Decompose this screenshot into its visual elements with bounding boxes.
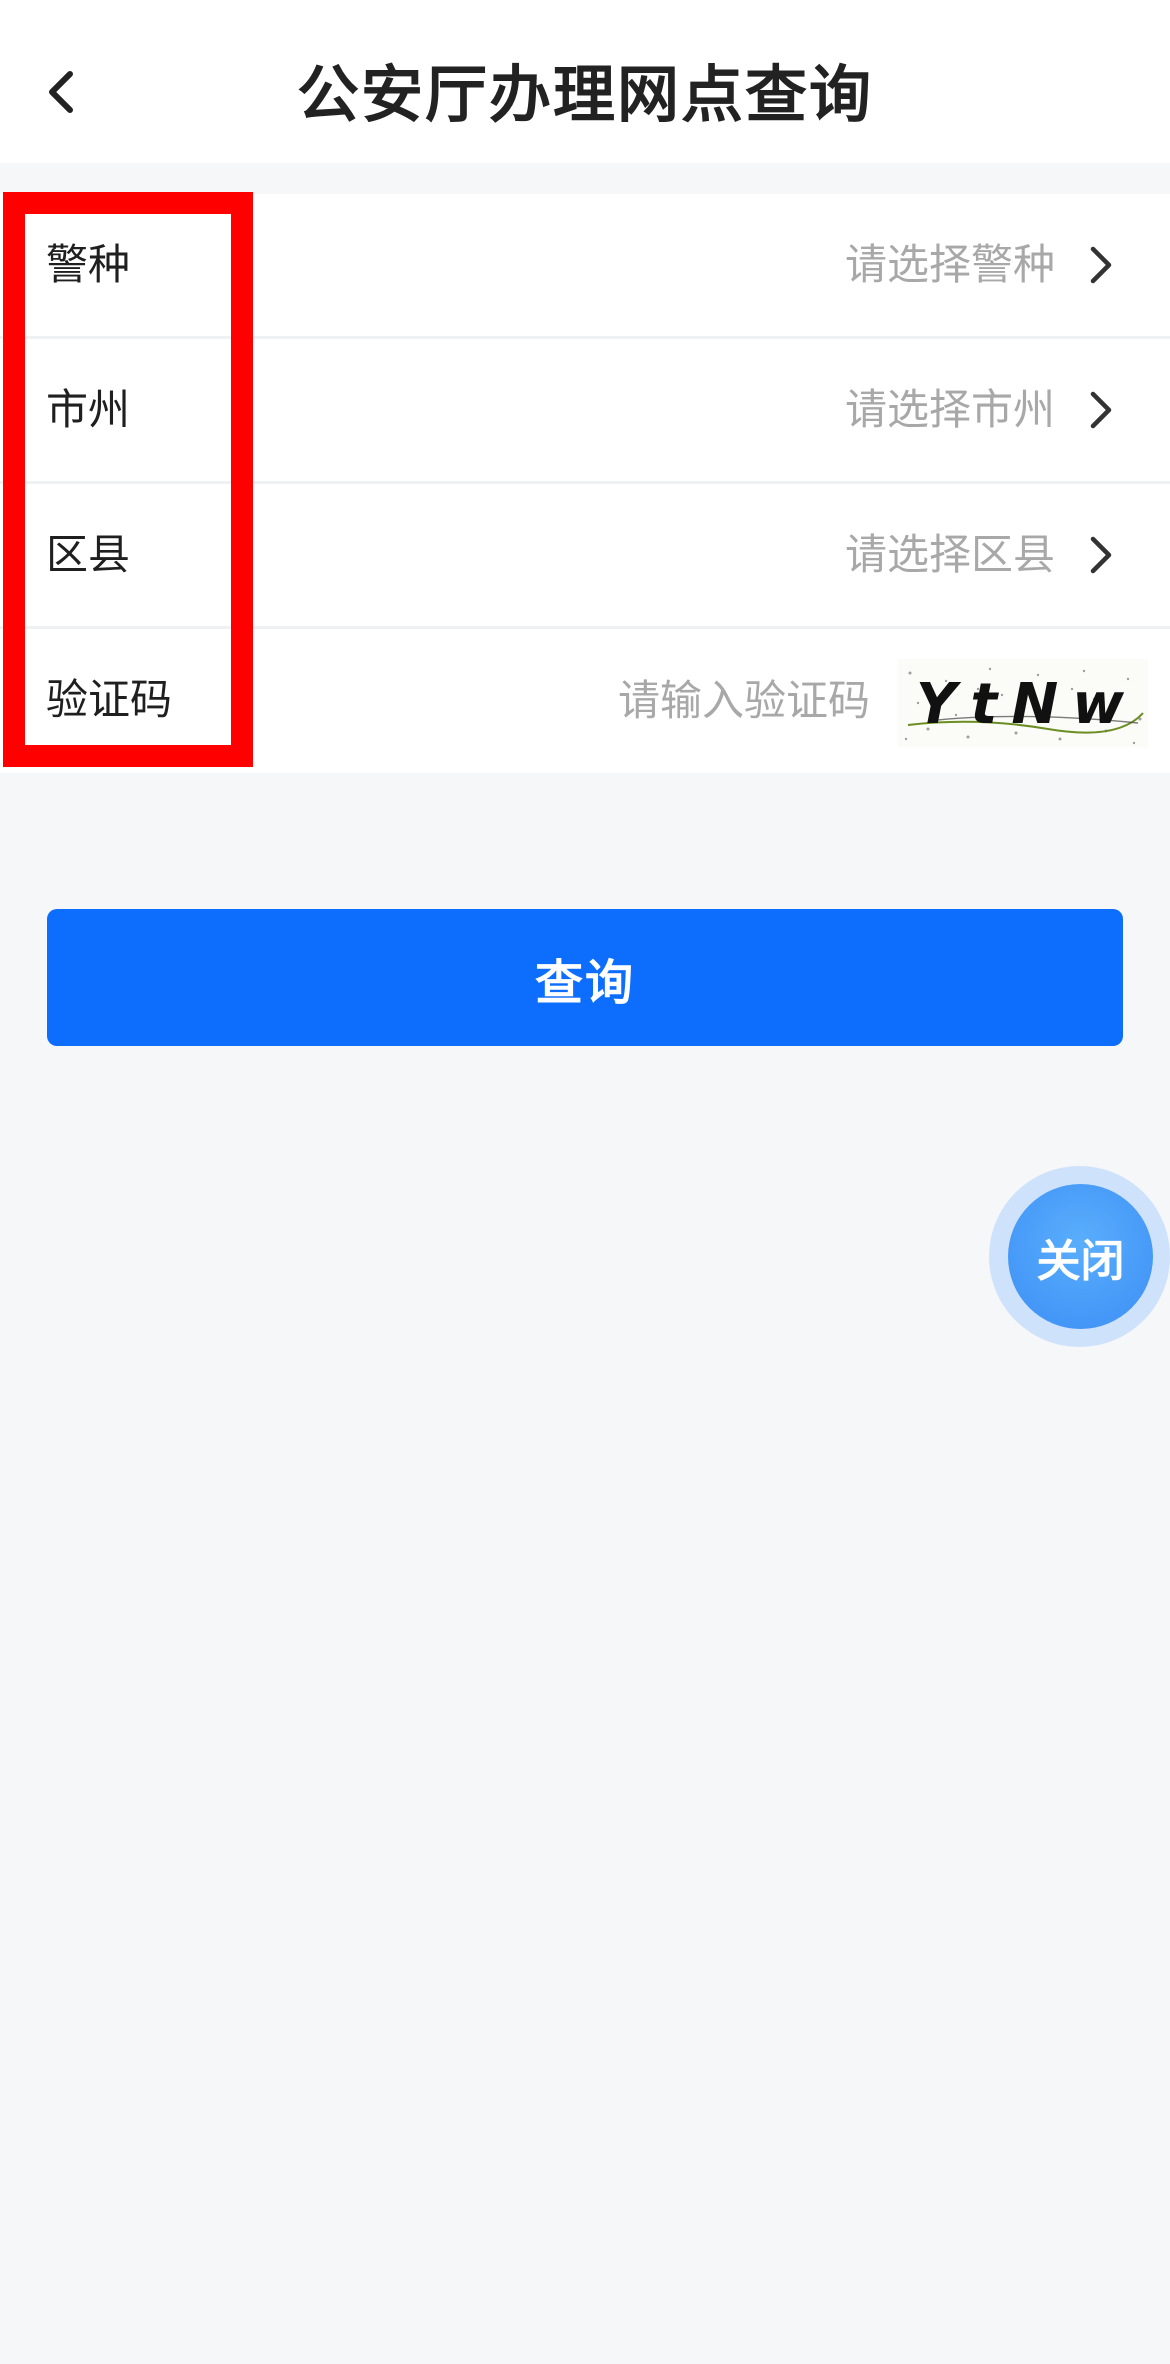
top-header: 公安厅办理网点查询 xyxy=(0,0,1170,163)
police-type-label: 警种 xyxy=(46,240,131,289)
captcha-label: 验证码 xyxy=(46,675,173,724)
query-button[interactable]: 查询 xyxy=(47,909,1123,1046)
captcha-input[interactable] xyxy=(510,659,870,741)
captcha-text: YtNw xyxy=(916,672,1138,737)
page-title: 公安厅办理网点查询 xyxy=(296,58,873,131)
captcha-image[interactable]: YtNw xyxy=(898,659,1148,747)
district-label: 区县 xyxy=(46,530,131,579)
query-form: 警种 请选择警种 市州 请选择市州 区县 请选择区县 验证码 请输入验证码 Yt… xyxy=(0,194,1170,773)
page: 公安厅办理网点查询 警种 请选择警种 市州 请选择市州 区县 请选择区县 验证码 xyxy=(0,0,1170,2364)
district-select[interactable]: 请选择区县 xyxy=(845,484,1055,626)
chevron-right-icon xyxy=(1086,388,1116,432)
captcha-row: 验证码 YtNw xyxy=(0,629,1170,773)
police-type-row[interactable]: 警种 请选择警种 xyxy=(0,194,1170,339)
chevron-right-icon xyxy=(1086,243,1116,287)
district-row[interactable]: 区县 请选择区县 xyxy=(0,484,1170,629)
city-label: 市州 xyxy=(46,385,131,434)
city-select[interactable]: 请选择市州 xyxy=(845,339,1055,481)
police-type-select[interactable]: 请选择警种 xyxy=(845,194,1055,336)
float-close-button[interactable]: 关闭 xyxy=(1008,1184,1153,1329)
city-row[interactable]: 市州 请选择市州 xyxy=(0,339,1170,484)
chevron-right-icon xyxy=(1086,533,1116,577)
